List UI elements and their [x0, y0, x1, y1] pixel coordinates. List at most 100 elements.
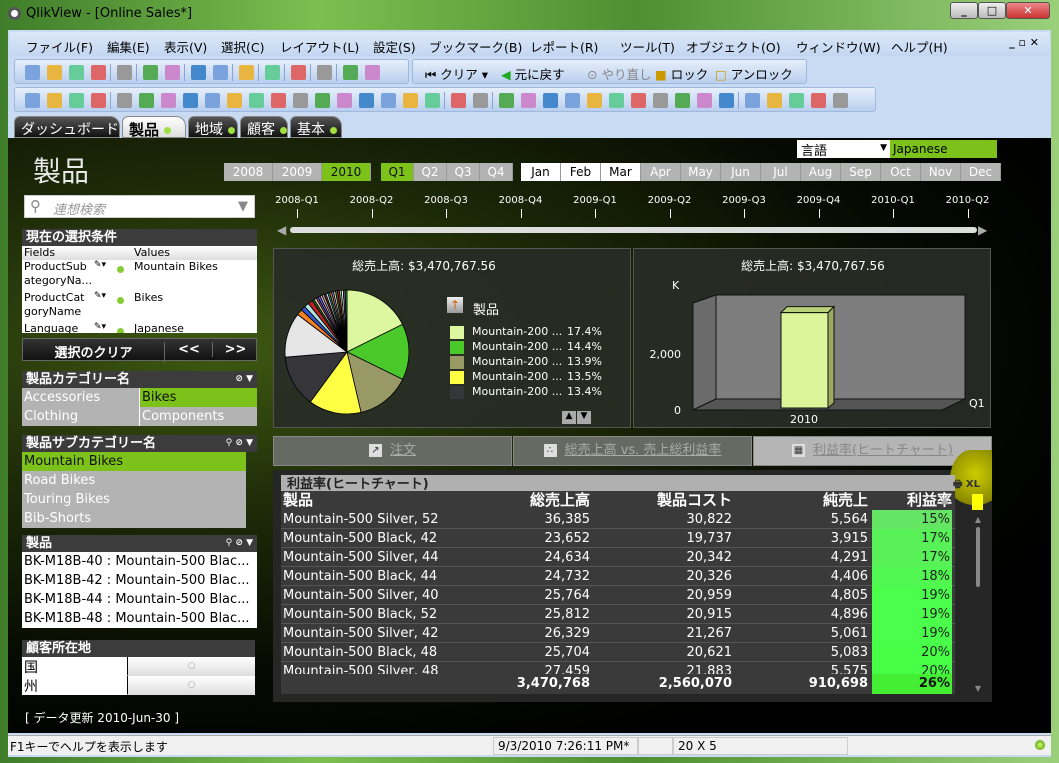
lock-button[interactable]: ■ ロック: [655, 64, 708, 83]
maximize-button[interactable]: □: [978, 2, 1006, 19]
edit-script-icon[interactable]: [143, 65, 158, 80]
table-row[interactable]: Mountain-500 Black, 48 25,704 20,621 5,083 2…: [281, 643, 955, 662]
menu-item[interactable]: 設定(S): [373, 37, 416, 56]
subcategory-item[interactable]: Mountain Bikes: [22, 452, 246, 471]
timeline-label[interactable]: 2008-Q1: [275, 195, 319, 206]
quarter-button[interactable]: Q2: [414, 163, 447, 181]
adjust-top-icon[interactable]: [719, 93, 734, 108]
reload-icon[interactable]: [69, 65, 84, 80]
server-objects-icon[interactable]: [451, 93, 466, 108]
line-arrow-icon[interactable]: [315, 93, 330, 108]
tab-4[interactable]: 基本: [290, 116, 342, 138]
forward-selection-button[interactable]: >>: [212, 342, 258, 357]
product-item[interactable]: BK-M18B-40 : Mountain-500 Blac...: [22, 552, 257, 571]
table-row[interactable]: Mountain-500 Silver, 48 27,459 21,883 5,575…: [281, 662, 955, 674]
clear-selections-button[interactable]: 選択のクリア: [23, 342, 165, 363]
menu-item[interactable]: オブジェクト(O): [686, 37, 781, 56]
redo-icon[interactable]: [213, 65, 228, 80]
category-item[interactable]: Accessories: [22, 388, 139, 407]
month-button[interactable]: Sep: [841, 163, 881, 181]
listbox-search-menu-icon[interactable]: ⚲ ⊘ ▼: [226, 435, 253, 452]
text-object-icon[interactable]: [293, 93, 308, 108]
unlock-button[interactable]: □ アンロック: [715, 64, 793, 83]
chart-wizard-icon[interactable]: [291, 65, 306, 80]
month-button[interactable]: Mar: [601, 163, 641, 181]
table-row[interactable]: Mountain-500 Black, 44 24,732 20,326 4,406 1…: [281, 567, 955, 586]
search-object-icon[interactable]: [381, 93, 396, 108]
new-sheet-icon[interactable]: [25, 93, 40, 108]
menu-item[interactable]: ファイル(F): [26, 37, 93, 56]
month-button[interactable]: Dec: [961, 163, 1001, 181]
align-center-icon[interactable]: [543, 93, 558, 108]
container-icon[interactable]: [403, 93, 418, 108]
category-item[interactable]: Components: [139, 407, 257, 426]
listbox-icon[interactable]: [117, 93, 132, 108]
input-box-icon[interactable]: [227, 93, 242, 108]
menu-item[interactable]: ブックマーク(B): [429, 37, 522, 56]
table-row[interactable]: Mountain-500 Silver, 44 24,634 20,342 4,291…: [281, 548, 955, 567]
sheet-props-icon[interactable]: [91, 93, 106, 108]
table-icon[interactable]: [161, 93, 176, 108]
align-top-icon[interactable]: [631, 93, 646, 108]
month-button[interactable]: May: [681, 163, 721, 181]
month-button[interactable]: Oct: [881, 163, 921, 181]
chart-tab-1[interactable]: ∴ 総売上高 vs. 売上総利益率: [513, 436, 752, 466]
user-icon[interactable]: [745, 93, 760, 108]
back-button[interactable]: ◀ 元に戻す: [501, 64, 565, 83]
redo-button[interactable]: ⊙ やり直し: [587, 64, 651, 83]
scroll-thumb[interactable]: [976, 527, 980, 587]
table-scrollbar[interactable]: ▲ ▼: [972, 515, 984, 693]
statistics-icon[interactable]: [139, 93, 154, 108]
drill-up-icon[interactable]: ↑: [447, 297, 463, 313]
product-item[interactable]: BK-M18B-44 : Mountain-500 Blac...: [22, 590, 257, 609]
expression-overview-icon[interactable]: [811, 93, 826, 108]
category-item[interactable]: Clothing: [22, 407, 139, 426]
chart-icon[interactable]: [205, 93, 220, 108]
category-item[interactable]: Bikes: [139, 388, 257, 407]
menu-item[interactable]: 表示(V): [164, 37, 207, 56]
prev-sheet-icon[interactable]: [47, 93, 62, 108]
menu-item[interactable]: レイアウト(L): [280, 37, 359, 56]
timeline-label[interactable]: 2008-Q3: [424, 195, 468, 206]
legend-scroll-up-icon[interactable]: ▲: [562, 411, 576, 424]
selection-edit-icon[interactable]: ✎▾: [94, 322, 106, 332]
align-left-icon[interactable]: [521, 93, 536, 108]
timeline-label[interactable]: 2009-Q3: [722, 195, 766, 206]
next-sheet-icon[interactable]: [69, 93, 84, 108]
search-dropdown-icon[interactable]: ▼: [238, 199, 248, 214]
menu-item[interactable]: レポート(R): [530, 37, 598, 56]
current-selections-icon[interactable]: [249, 93, 264, 108]
year-button[interactable]: 2009: [273, 163, 322, 181]
bar-chart[interactable]: 0 2,000 K 2010 Q1: [634, 249, 992, 429]
location-field-dropdown[interactable]: 国: [22, 657, 127, 676]
quarter-button[interactable]: Q4: [480, 163, 513, 181]
timeline-label[interactable]: 2009-Q4: [797, 195, 841, 206]
quarter-button[interactable]: Q1: [381, 163, 414, 181]
location-value-slider[interactable]: ○: [128, 676, 255, 695]
print-xl-icons[interactable]: 🖶 XL: [953, 475, 980, 494]
timeline-label[interactable]: 2009-Q2: [648, 195, 692, 206]
minimize-button[interactable]: _: [950, 2, 978, 19]
timeline-label[interactable]: 2008-Q2: [350, 195, 394, 206]
check-icon[interactable]: [265, 65, 280, 80]
help-icon[interactable]: [343, 65, 358, 80]
timeline-label[interactable]: 2010-Q2: [946, 195, 990, 206]
menu-item[interactable]: 編集(E): [107, 37, 150, 56]
distribute-v-icon[interactable]: [653, 93, 668, 108]
quarter-button[interactable]: Q3: [447, 163, 480, 181]
close-button[interactable]: ✕: [1006, 2, 1050, 19]
month-button[interactable]: Aug: [801, 163, 841, 181]
legend-scroll-down-icon[interactable]: ▼: [577, 411, 591, 424]
save-icon[interactable]: [91, 65, 106, 80]
menu-item[interactable]: ヘルプ(H): [891, 37, 948, 56]
reload-data-icon[interactable]: [165, 65, 180, 80]
product-item[interactable]: BK-M18B-42 : Mountain-500 Blac...: [22, 571, 257, 590]
pie-chart[interactable]: [282, 287, 412, 417]
bookmark-star-icon[interactable]: [317, 65, 332, 80]
subcategory-item[interactable]: Touring Bikes: [22, 490, 246, 509]
language-value[interactable]: Japanese: [890, 140, 997, 158]
multibox-icon[interactable]: [183, 93, 198, 108]
brush-icon[interactable]: [473, 93, 488, 108]
open-icon[interactable]: [47, 65, 62, 80]
listbox-search-menu-icon[interactable]: ⚲ ⊘ ▼: [226, 535, 253, 552]
